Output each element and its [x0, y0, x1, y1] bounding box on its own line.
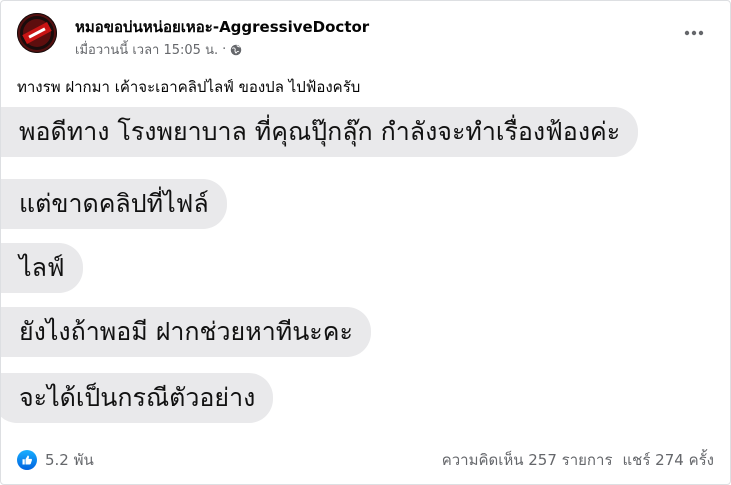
reaction-count: 5.2 พัน: [45, 451, 94, 469]
like-icon: [17, 450, 37, 470]
post-footer: 5.2 พัน ความคิดเห็น 257 รายการ แชร์ 274 …: [17, 443, 714, 477]
post-caption: ทางรพ ฝากมา เค้าจะเอาคลิปไลฟ์ ของปล ไปฟ้…: [17, 78, 361, 96]
reactions-summary[interactable]: 5.2 พัน: [17, 448, 94, 472]
chat-screenshot-image[interactable]: พอดีทาง โรงพยาบาล ที่คุณปุ๊กลุ๊ก กำลังจะ…: [1, 103, 730, 433]
post-timestamp[interactable]: เมื่อวานนี้ เวลา 15:05 น.: [75, 39, 218, 60]
more-options-button[interactable]: [676, 19, 712, 47]
post-meta: เมื่อวานนี้ เวลา 15:05 น. ·: [75, 39, 242, 60]
chat-bubble: จะได้เป็นกรณีตัวอย่าง: [1, 373, 274, 423]
facebook-post: หมอขอบ่นหน่อยเหอะ-AggressiveDoctor เมื่อ…: [0, 0, 731, 485]
more-options-icon: [684, 30, 704, 36]
post-header: หมอขอบ่นหน่อยเหอะ-AggressiveDoctor เมื่อ…: [17, 13, 714, 61]
page-avatar[interactable]: [17, 13, 57, 53]
chat-bubble: แต่ขาดคลิปที่ไฟล์: [1, 179, 227, 229]
post-stats: ความคิดเห็น 257 รายการ แชร์ 274 ครั้ง: [442, 448, 714, 472]
chat-bubble: พอดีทาง โรงพยาบาล ที่คุณปุ๊กลุ๊ก กำลังจะ…: [1, 107, 639, 157]
page-name-link[interactable]: หมอขอบ่นหน่อยเหอะ-AggressiveDoctor: [75, 15, 369, 39]
meta-separator: ·: [222, 42, 227, 57]
globe-icon: [230, 44, 242, 55]
comments-count-link[interactable]: ความคิดเห็น 257 รายการ: [442, 448, 613, 472]
avatar-logo-icon: [17, 13, 57, 53]
shares-count-link[interactable]: แชร์ 274 ครั้ง: [623, 448, 715, 472]
chat-bubble: ไลฟ์: [1, 243, 83, 293]
chat-bubble: ยังไงถ้าพอมี ฝากช่วยหาทีนะคะ: [1, 307, 371, 357]
